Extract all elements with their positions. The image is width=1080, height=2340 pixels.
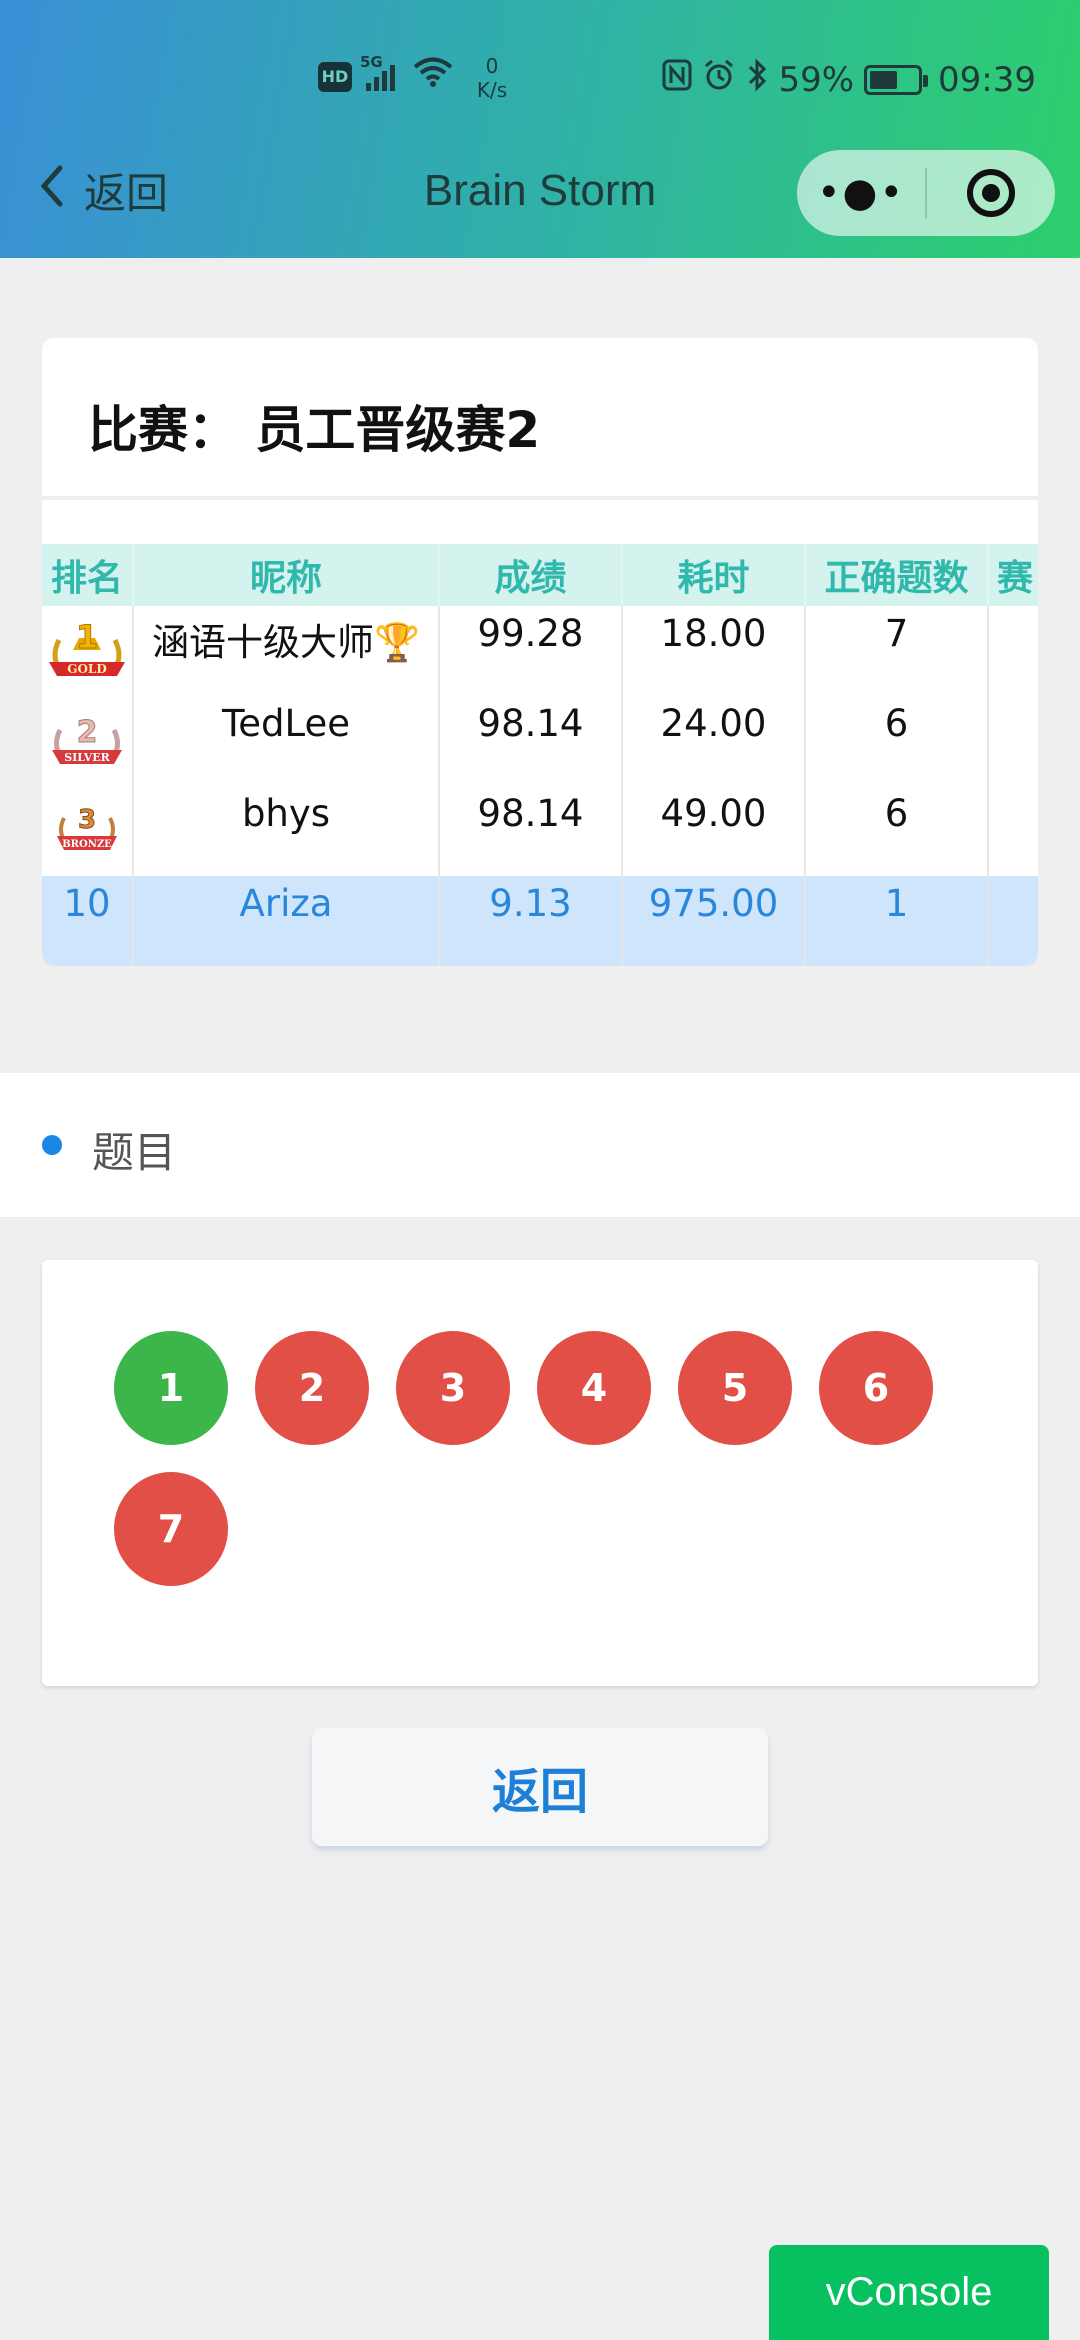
return-button[interactable]: 返回 (312, 1728, 768, 1846)
extra-cell (988, 786, 1038, 876)
score-cell: 9.13 (439, 876, 623, 966)
gold-medal-icon: 1 GOLD (49, 618, 125, 676)
net-speed: 0 K/s (470, 54, 514, 102)
battery-fill (870, 70, 898, 89)
table-row: 1 GOLD 涵语十级大师🏆 99.28 18.00 7 (42, 606, 1038, 696)
battery-percent: 59% (778, 59, 855, 100)
column-header-correct: 正确题数 (805, 544, 989, 606)
question-bubble[interactable]: 2 (255, 1331, 369, 1445)
status-bar: HD 5G 0 K/s 59% 09:39 (0, 40, 1080, 120)
rank-cell: 10 (42, 876, 134, 966)
contest-title: 比赛： 员工晋级赛2 (88, 401, 541, 459)
score-cell: 98.14 (439, 786, 623, 876)
column-header-nickname: 昵称 (133, 544, 440, 606)
clock: 09:39 (938, 59, 1036, 100)
nickname-cell: Ariza (133, 876, 440, 966)
score-cell: 98.14 (439, 696, 623, 786)
question-bubble[interactable]: 3 (396, 1331, 510, 1445)
silver-medal-icon: 2 SILVER (52, 715, 122, 764)
question-bubble[interactable]: 6 (819, 1331, 933, 1445)
time-cell: 49.00 (622, 786, 806, 876)
more-dots-icon[interactable]: •●• (797, 170, 925, 216)
table-header-row: 排名 昵称 成绩 耗时 正确题数 赛 (42, 544, 1038, 606)
status-right: 59% 09:39 (662, 58, 1036, 101)
medal-cell: 2 SILVER (42, 696, 134, 786)
correct-cell: 1 (805, 876, 989, 966)
hd-icon: HD (318, 61, 352, 92)
nfc-icon (662, 59, 692, 100)
vconsole-button[interactable]: vConsole (769, 2245, 1049, 2340)
medal-cell: 3 BRONZE (42, 786, 134, 876)
alarm-icon (702, 58, 736, 101)
signal-icon: 5G (360, 53, 402, 93)
wifi-icon (412, 56, 454, 97)
svg-text:2: 2 (77, 715, 98, 750)
questions-section-header: 题目 (0, 1073, 1080, 1217)
questions-card: 1 2 3 4 5 6 7 (42, 1260, 1038, 1686)
status-left: HD 5G (318, 53, 454, 97)
bullet-dot-icon (42, 1135, 62, 1155)
my-rank-row: 10 Ariza 9.13 975.00 1 (42, 876, 1038, 966)
column-header-score: 成绩 (439, 544, 623, 606)
question-bubble[interactable]: 7 (114, 1472, 228, 1586)
target-ring (967, 169, 1015, 217)
column-header-rank: 排名 (42, 544, 134, 606)
bronze-medal-icon: 3 BRONZE (57, 805, 117, 850)
mini-program-capsule: •●• (797, 150, 1055, 236)
column-header-more: 赛 (988, 544, 1038, 606)
question-bubble[interactable]: 4 (537, 1331, 651, 1445)
time-cell: 24.00 (622, 696, 806, 786)
nickname-cell: 涵语十级大师🏆 (133, 606, 440, 696)
net-speed-value: 0 (485, 54, 499, 78)
app-header: HD 5G 0 K/s 59% 09:39 返回 Brain Storm •●• (0, 0, 1080, 258)
svg-text:SILVER: SILVER (64, 751, 110, 764)
table-row: 3 BRONZE bhys 98.14 49.00 6 (42, 786, 1038, 876)
contest-card: 比赛： 员工晋级赛2 排名 昵称 成绩 耗时 正确题数 赛 1 GOLD 涵语十… (42, 338, 1038, 966)
svg-text:3: 3 (78, 805, 96, 835)
network-type: 5G (360, 52, 383, 71)
nickname-cell: bhys (133, 786, 440, 876)
questions-label: 题目 (92, 1128, 177, 1177)
column-header-time: 耗时 (622, 544, 806, 606)
extra-cell (988, 606, 1038, 696)
nickname-cell: TedLee (133, 696, 440, 786)
correct-cell: 7 (805, 606, 989, 696)
net-speed-unit: K/s (476, 78, 508, 102)
svg-text:BRONZE: BRONZE (62, 839, 112, 850)
ranking-table: 排名 昵称 成绩 耗时 正确题数 赛 1 GOLD 涵语十级大师🏆 99.28 … (42, 544, 1038, 966)
score-cell: 99.28 (439, 606, 623, 696)
table-row: 2 SILVER TedLee 98.14 24.00 6 (42, 696, 1038, 786)
extra-cell (988, 696, 1038, 786)
target-icon[interactable] (927, 169, 1055, 217)
svg-text:1: 1 (76, 618, 98, 656)
question-bubble[interactable]: 1 (114, 1331, 228, 1445)
correct-cell: 6 (805, 786, 989, 876)
battery-icon (864, 64, 929, 95)
bluetooth-icon (746, 58, 768, 101)
time-cell: 18.00 (622, 606, 806, 696)
divider (42, 496, 1038, 500)
time-cell: 975.00 (622, 876, 806, 966)
extra-cell (988, 876, 1038, 966)
medal-cell: 1 GOLD (42, 606, 134, 696)
question-bubble[interactable]: 5 (678, 1331, 792, 1445)
correct-cell: 6 (805, 696, 989, 786)
svg-text:GOLD: GOLD (67, 662, 107, 676)
